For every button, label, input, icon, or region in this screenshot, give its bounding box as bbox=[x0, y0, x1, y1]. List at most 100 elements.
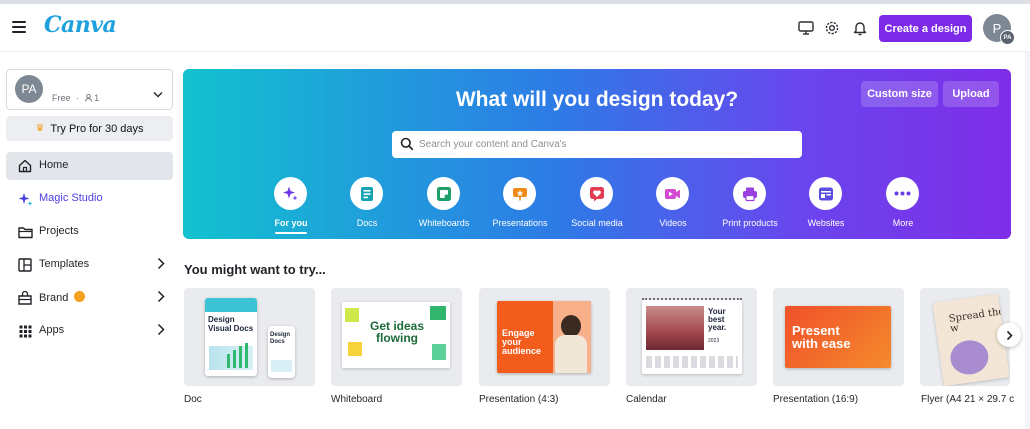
canva-logo[interactable]: Canva bbox=[44, 12, 117, 38]
crown-icon: ♛ bbox=[35, 123, 45, 134]
folder-icon bbox=[17, 224, 33, 240]
custom-size-button[interactable]: Custom size bbox=[861, 81, 938, 107]
presentation-thumbnail: Engage your audience bbox=[497, 301, 591, 373]
category-whiteboards[interactable]: Whiteboards bbox=[407, 177, 481, 233]
sidebar-item-label: Magic Studio bbox=[39, 192, 103, 204]
brand-icon bbox=[17, 290, 33, 306]
sidebar-item-projects[interactable]: Projects bbox=[6, 218, 173, 246]
design-card-calendar[interactable]: Your best year. 2023 bbox=[626, 288, 757, 386]
crown-badge-icon bbox=[74, 291, 86, 302]
search-input[interactable] bbox=[419, 134, 789, 155]
settings-icon[interactable] bbox=[822, 18, 842, 38]
category-label: Social media bbox=[571, 218, 623, 228]
search-icon bbox=[400, 137, 414, 156]
sidebar-item-label: Projects bbox=[39, 225, 79, 237]
sidebar-item-label: Templates bbox=[39, 258, 90, 270]
design-card-label: Calendar bbox=[626, 394, 667, 405]
thumb-year: 2023 bbox=[708, 338, 720, 344]
category-label: Print products bbox=[722, 218, 778, 228]
sparkle-icon bbox=[17, 191, 33, 207]
category-more[interactable]: More bbox=[866, 177, 940, 233]
design-card-label: Doc bbox=[184, 394, 202, 405]
sidebar-item-templates[interactable]: Templates bbox=[6, 251, 173, 279]
category-social-media[interactable]: Social media bbox=[560, 177, 634, 233]
search-bar bbox=[392, 131, 802, 158]
category-label: Websites bbox=[807, 218, 845, 228]
design-card-label: Flyer (A4 21 × 29.7 c bbox=[921, 394, 1015, 405]
design-card-presentation-16-9[interactable]: Present with ease bbox=[773, 288, 904, 386]
category-label: Docs bbox=[356, 218, 378, 228]
try-pro-button[interactable]: ♛ Try Pro for 30 days bbox=[6, 116, 173, 141]
chevron-right-icon bbox=[157, 257, 165, 275]
more-icon bbox=[886, 177, 919, 210]
account-avatar: PA bbox=[15, 75, 43, 103]
whiteboard-thumbnail: Get ideas flowing bbox=[342, 302, 450, 368]
design-card-presentation-4-3[interactable]: Engage your audience bbox=[479, 288, 610, 386]
sidebar-item-label: Apps bbox=[39, 324, 65, 336]
chevron-right-icon bbox=[157, 323, 165, 341]
home-icon bbox=[17, 158, 33, 174]
category-videos[interactable]: Videos bbox=[636, 177, 710, 233]
design-card-whiteboard[interactable]: Get ideas flowing bbox=[331, 288, 462, 386]
video-icon bbox=[656, 177, 689, 210]
sparkle-icon bbox=[274, 177, 307, 210]
category-label: More bbox=[892, 218, 914, 228]
person-icon bbox=[84, 93, 92, 102]
doc-mobile-thumbnail: Design Docs bbox=[268, 326, 295, 378]
menu-icon[interactable] bbox=[12, 21, 26, 33]
heart-icon bbox=[580, 177, 613, 210]
sidebar-item-label: Brand bbox=[39, 291, 86, 304]
try-pro-label: Try Pro for 30 days bbox=[50, 122, 144, 135]
thumb-text: Present with ease bbox=[792, 323, 851, 351]
doc-icon bbox=[350, 177, 383, 210]
category-presentations[interactable]: Presentations bbox=[483, 177, 557, 233]
thumb-text: Design Visual Docs bbox=[208, 315, 254, 333]
avatar[interactable]: P PA bbox=[983, 14, 1015, 45]
monitor-icon[interactable] bbox=[796, 18, 816, 38]
active-underline bbox=[275, 232, 307, 234]
calendar-thumbnail: Your best year. 2023 bbox=[642, 298, 742, 374]
account-meta: Free · 1 bbox=[52, 93, 100, 103]
avatar-badge: PA bbox=[1000, 30, 1015, 45]
template-icon bbox=[17, 257, 33, 273]
design-card-label: Presentation (16:9) bbox=[773, 394, 859, 405]
whiteboard-icon bbox=[427, 177, 460, 210]
sidebar-item-brand[interactable]: Brand bbox=[6, 284, 173, 312]
carousel-next-button[interactable] bbox=[997, 323, 1021, 347]
category-label: Videos bbox=[659, 218, 687, 228]
chevron-right-icon bbox=[157, 290, 165, 308]
category-label: Presentations bbox=[492, 218, 548, 228]
upload-button[interactable]: Upload bbox=[943, 81, 999, 107]
design-card-label: Presentation (4:3) bbox=[479, 394, 559, 405]
thumb-text: Design Docs bbox=[270, 332, 291, 345]
page-scrollbar-track[interactable] bbox=[1025, 52, 1030, 429]
category-for-you[interactable]: For you bbox=[254, 177, 328, 234]
category-label: For you bbox=[274, 218, 308, 228]
presentation-wide-thumbnail: Present with ease bbox=[785, 306, 891, 368]
section-title: You might want to try... bbox=[184, 262, 326, 277]
design-card-label: Whiteboard bbox=[331, 394, 383, 405]
sidebar-item-magic-studio[interactable]: Magic Studio bbox=[6, 185, 173, 213]
top-header: Canva Create a design P PA bbox=[0, 4, 1030, 52]
account-plan: Free bbox=[52, 93, 71, 103]
account-members: 1 bbox=[94, 93, 100, 103]
print-icon bbox=[733, 177, 766, 210]
website-icon bbox=[809, 177, 842, 210]
design-card-doc[interactable]: Design Visual Docs Design Docs bbox=[184, 288, 315, 386]
chevron-right-icon bbox=[1006, 330, 1013, 340]
category-docs[interactable]: Docs bbox=[330, 177, 404, 233]
category-print-products[interactable]: Print products bbox=[713, 177, 787, 233]
apps-grid-icon bbox=[17, 323, 33, 339]
doc-thumbnail: Design Visual Docs bbox=[205, 298, 257, 376]
category-websites[interactable]: Websites bbox=[789, 177, 863, 233]
create-design-button[interactable]: Create a design bbox=[879, 15, 972, 42]
thumb-text: Engage your audience bbox=[502, 328, 542, 356]
bell-icon[interactable] bbox=[850, 18, 870, 38]
sidebar-item-label: Home bbox=[39, 159, 69, 171]
chevron-down-icon bbox=[153, 85, 163, 103]
hero-banner: What will you design today? Custom size … bbox=[183, 69, 1011, 239]
thumb-text: Get ideas flowing bbox=[369, 319, 425, 345]
account-switcher[interactable]: PA Free · 1 bbox=[6, 69, 173, 110]
sidebar-item-apps[interactable]: Apps bbox=[6, 317, 173, 345]
sidebar-item-home[interactable]: Home bbox=[6, 152, 173, 180]
